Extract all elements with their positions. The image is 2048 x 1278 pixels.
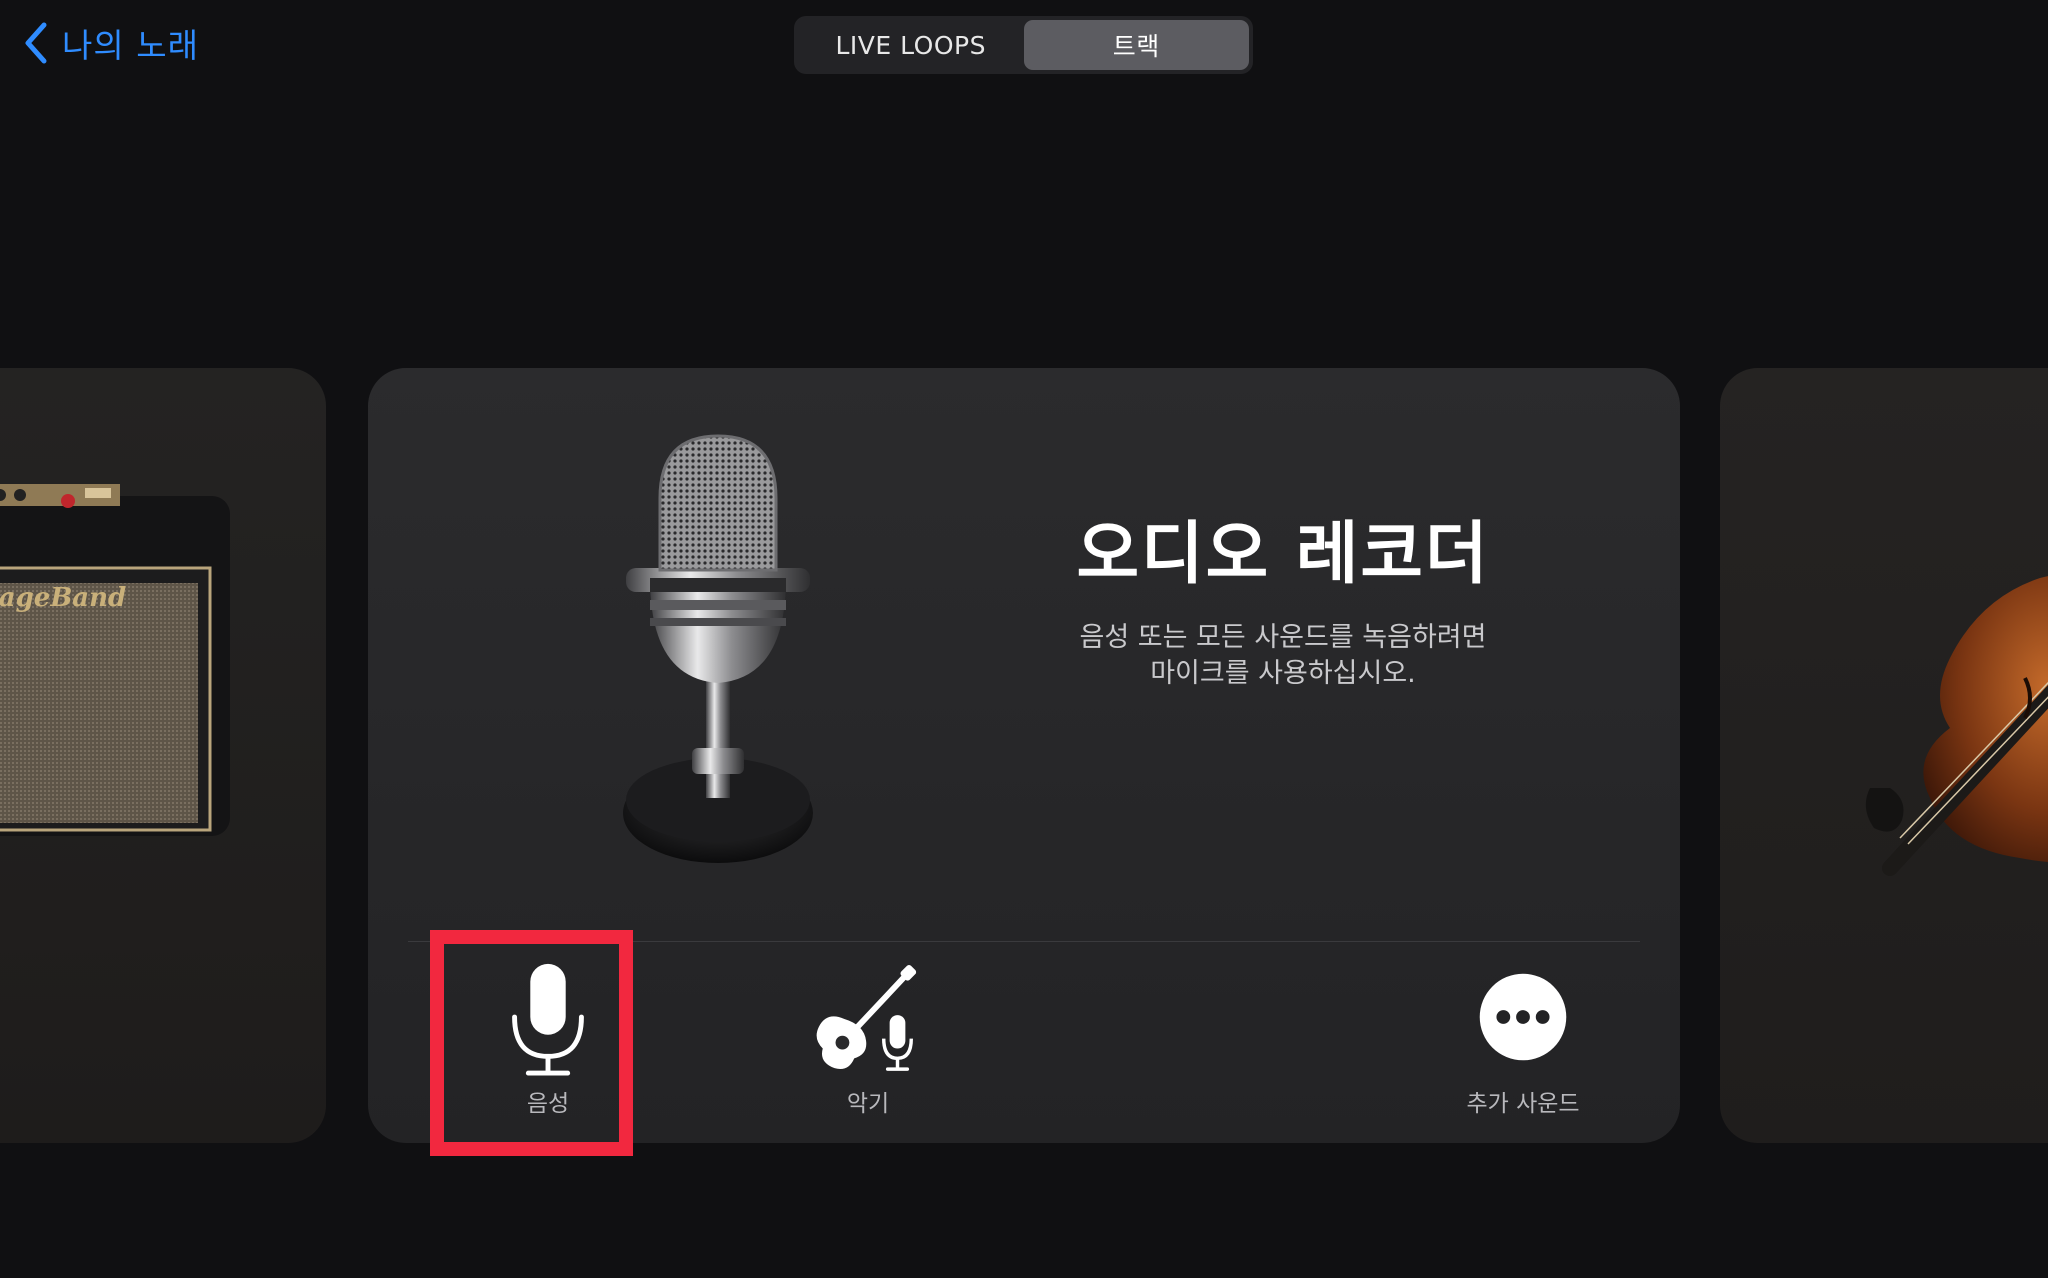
option-voice-label: 음성	[526, 1091, 570, 1117]
card-next-strings[interactable]	[1720, 368, 2048, 1143]
microphone-icon	[512, 963, 584, 1076]
tab-live-loops[interactable]: LIVE LOOPS	[798, 20, 1024, 70]
option-more-sounds-label: 추가 사운드	[1466, 1091, 1580, 1117]
back-button[interactable]: 나의 노래	[22, 18, 199, 68]
option-instrument-label: 악기	[846, 1091, 890, 1117]
card-audio-recorder: 오디오 레코더 음성 또는 모든 사운드를 녹음하려면 마이크를 사용하십시오.…	[368, 368, 1680, 1143]
back-label: 나의 노래	[62, 26, 199, 65]
svg-text:GarageBand: GarageBand	[0, 583, 126, 613]
more-icon	[1479, 973, 1567, 1061]
chevron-left-icon	[25, 22, 47, 64]
option-voice[interactable]: 음성	[448, 958, 648, 1118]
option-instrument[interactable]: 악기	[768, 958, 968, 1118]
mode-segmented-control: LIVE LOOPS 트랙	[794, 16, 1253, 74]
card-title: 오디오 레코더	[1076, 515, 1490, 594]
description-line-1: 음성 또는 모든 사운드를 녹음하려면	[1079, 622, 1487, 653]
card-description: 음성 또는 모든 사운드를 녹음하려면 마이크를 사용하십시오.	[998, 620, 1568, 692]
divider	[408, 941, 1640, 942]
guitar-amp-image: GarageBand	[0, 484, 230, 836]
studio-microphone-image	[623, 434, 813, 863]
card-previous-guitar-amp[interactable]: GarageBand	[0, 368, 326, 1143]
garageband-track-browser: 나의 노래 LIVE LOOPS 트랙 GarageBand	[0, 0, 2048, 1278]
description-line-2: 마이크를 사용하십시오.	[1150, 658, 1416, 689]
tab-tracks[interactable]: 트랙	[1023, 20, 1249, 70]
violin-image	[1865, 576, 2048, 876]
guitar-microphone-icon	[816, 964, 917, 1071]
option-more-sounds[interactable]: 추가 사운드	[1423, 958, 1623, 1118]
